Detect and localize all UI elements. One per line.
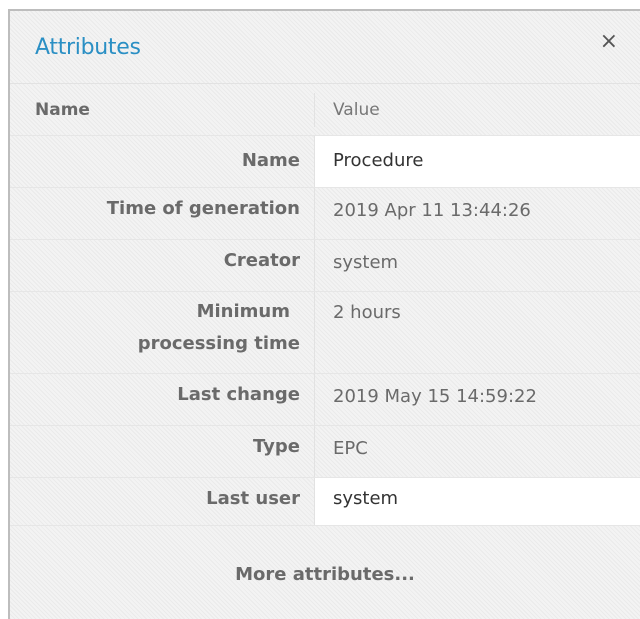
- attribute-name: Last change: [177, 384, 300, 405]
- attribute-name: Type: [253, 436, 300, 457]
- attributes-table: Name Value Name Procedure Time of genera…: [10, 84, 640, 526]
- table-row: Type EPC: [10, 426, 640, 478]
- attribute-value: 2019 Apr 11 13:44:26: [314, 188, 640, 239]
- attribute-value: EPC: [314, 426, 640, 477]
- close-icon[interactable]: ×: [600, 31, 618, 53]
- table-row: Time of generation 2019 Apr 11 13:44:26: [10, 188, 640, 240]
- column-header-name: Name: [35, 99, 90, 120]
- attribute-name-line: Minimum: [196, 301, 290, 322]
- attribute-name: Time of generation: [106, 198, 300, 219]
- attribute-name: Last user: [206, 488, 300, 509]
- table-row: Creator system: [10, 240, 640, 292]
- attribute-name: Name: [241, 150, 300, 171]
- attributes-panel: Attributes × Name Value Name Procedure T…: [8, 9, 640, 619]
- panel-header: Attributes ×: [10, 11, 640, 84]
- column-header-value: Value: [314, 92, 640, 127]
- table-row: Name Procedure: [10, 136, 640, 188]
- attribute-value: 2019 May 15 14:59:22: [314, 374, 640, 425]
- attribute-value[interactable]: system: [314, 478, 640, 525]
- panel-title: Attributes: [35, 35, 141, 60]
- more-attributes-link[interactable]: More attributes...: [10, 526, 640, 585]
- attribute-name-line: processing time: [137, 333, 300, 354]
- table-header-row: Name Value: [10, 84, 640, 136]
- attribute-name: Creator: [223, 250, 300, 271]
- table-row: Last user system: [10, 478, 640, 526]
- attribute-value: 2 hours: [314, 292, 640, 373]
- table-row: Minimum processing time 2 hours: [10, 292, 640, 374]
- table-row: Last change 2019 May 15 14:59:22: [10, 374, 640, 426]
- attribute-value: system: [314, 240, 640, 291]
- attribute-name: Minimum processing time: [10, 292, 314, 373]
- attribute-value[interactable]: Procedure: [314, 136, 640, 187]
